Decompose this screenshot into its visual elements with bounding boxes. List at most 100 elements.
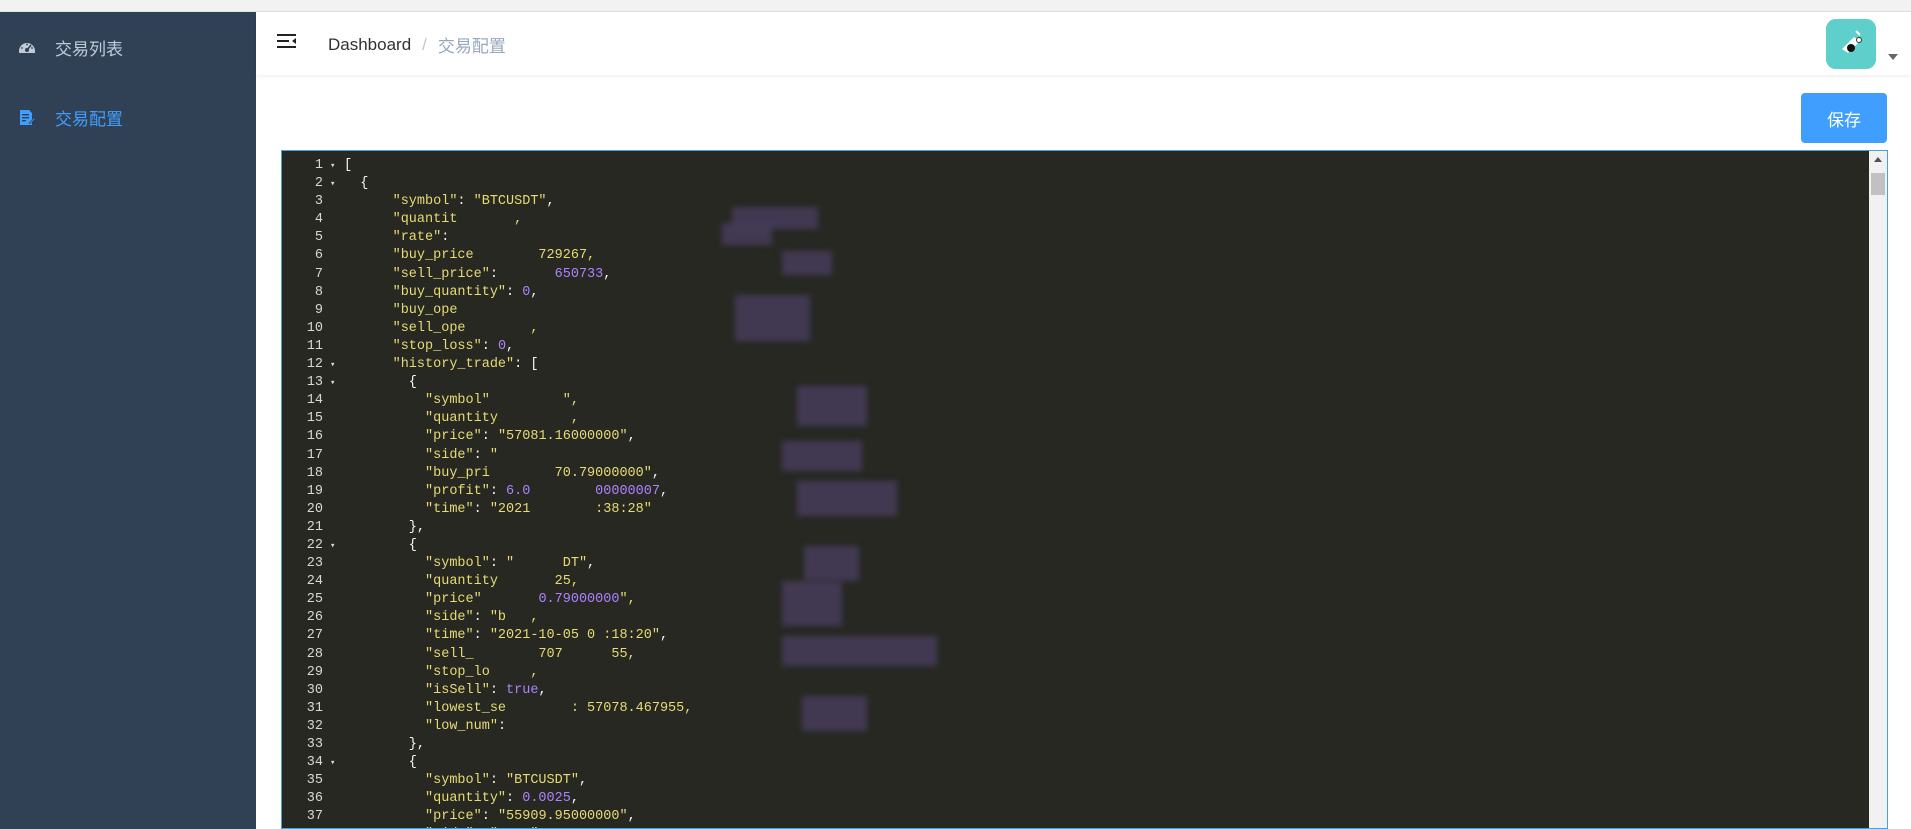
code-text: "quantity , xyxy=(425,411,579,427)
line-number: 12 xyxy=(306,357,323,373)
fold-toggle-icon[interactable]: ▾ xyxy=(330,175,338,193)
line-number: 8 xyxy=(314,284,323,300)
code-line: 17 "side": " xyxy=(282,447,1862,465)
editor-code-area[interactable]: 1 ▾[2 ▾ {3 "symbol": "BTCUSDT", 4 "quantit … xyxy=(282,157,1862,828)
navbar: Dashboard / 交易配置 xyxy=(256,12,1911,75)
user-avatar[interactable] xyxy=(1826,19,1876,69)
code-line: 31 "lowest_se : 57078.467955, xyxy=(282,700,1862,718)
code-text: "side": " xyxy=(425,447,498,463)
code-line: 26 "side": "b , xyxy=(282,609,1862,627)
code-text: }, xyxy=(344,519,426,535)
redaction-mask xyxy=(782,581,842,626)
vertical-scrollbar[interactable] xyxy=(1869,151,1887,828)
code-text: { xyxy=(344,375,417,391)
code-text: "stop_loss": 0, xyxy=(392,338,515,354)
code-text: { xyxy=(344,755,417,771)
code-text: "sell_ope , xyxy=(392,320,539,336)
line-number: 2 xyxy=(314,176,323,192)
breadcrumb-separator: / xyxy=(422,34,427,54)
code-text: { xyxy=(344,176,369,192)
code-line: 23 "symbol": " DT", xyxy=(282,555,1862,573)
save-button[interactable]: 保存 xyxy=(1801,93,1887,143)
line-number: 26 xyxy=(306,610,323,626)
code-line: 14 "symbol" ", xyxy=(282,392,1862,410)
line-number: 31 xyxy=(306,700,323,716)
sidebar-item-trade-list[interactable]: 交易列表 xyxy=(0,19,256,75)
line-number: 22 xyxy=(306,537,323,553)
line-number: 37 xyxy=(306,809,323,825)
code-text: "buy_quantity": 0, xyxy=(392,284,539,300)
code-line: 25 "price" 0.79000000", xyxy=(282,591,1862,609)
code-text: "symbol": " DT", xyxy=(425,556,596,572)
redaction-mask xyxy=(782,441,862,471)
code-text: [ xyxy=(344,158,353,173)
redaction-mask xyxy=(782,636,937,666)
fold-toggle-icon[interactable]: ▾ xyxy=(330,537,338,555)
code-text: "quantit , xyxy=(392,212,523,228)
line-number: 4 xyxy=(314,212,323,228)
sidebar-item-label: 交易配置 xyxy=(55,109,123,130)
line-number: 15 xyxy=(306,411,323,427)
code-text: { xyxy=(344,537,417,553)
code-line: 18 "buy_pri 70.79000000", xyxy=(282,465,1862,483)
fold-toggle-icon[interactable]: ▾ xyxy=(330,374,338,392)
code-line: 5 "rate": xyxy=(282,229,1862,247)
fold-toggle-icon[interactable]: ▾ xyxy=(330,754,338,772)
breadcrumb: Dashboard / 交易配置 xyxy=(328,32,506,58)
code-line: 24 "quantity 25, xyxy=(282,573,1862,591)
code-line: 4 "quantit , xyxy=(282,211,1862,229)
breadcrumb-home-link[interactable]: Dashboard xyxy=(328,35,411,55)
line-number: 28 xyxy=(306,646,323,662)
redaction-mask xyxy=(797,481,897,516)
code-text: "quantity 25, xyxy=(425,574,579,590)
code-text: "symbol" ", xyxy=(425,393,579,409)
code-line: 29 "stop_lo , xyxy=(282,664,1862,682)
line-number: 9 xyxy=(314,302,323,318)
code-line: 13 ▾ { xyxy=(282,374,1862,392)
code-line: 2 ▾ { xyxy=(282,175,1862,193)
code-text: "lowest_se : 57078.467955, xyxy=(425,700,693,716)
code-line: 37 "price": "55909.95000000", xyxy=(282,808,1862,826)
code-line: 9 "buy_ope xyxy=(282,302,1862,320)
code-line: 6 "buy_price 729267, xyxy=(282,247,1862,265)
line-number: 13 xyxy=(306,375,323,391)
code-text: "low_num": xyxy=(425,718,507,734)
code-text: "buy_ope xyxy=(392,302,458,318)
code-line: 20 "time": "2021 :38:28" xyxy=(282,501,1862,519)
sidebar-item-label: 交易列表 xyxy=(55,39,123,60)
code-line: 10 "sell_ope , xyxy=(282,320,1862,338)
fold-toggle-icon[interactable]: ▾ xyxy=(330,356,338,374)
code-text: "quantity": 0.0025, xyxy=(425,791,579,807)
line-number: 5 xyxy=(314,230,323,246)
line-number: 16 xyxy=(306,429,323,445)
scrollbar-thumb[interactable] xyxy=(1871,173,1885,195)
code-text: "stop_lo , xyxy=(425,664,539,680)
line-number: 34 xyxy=(306,755,323,771)
code-line: 32 "low_num": xyxy=(282,718,1862,736)
code-text: "symbol": "BTCUSDT", xyxy=(392,194,555,210)
code-line: 22 ▾ { xyxy=(282,537,1862,555)
code-text: "rate": xyxy=(392,230,450,246)
code-text: "buy_price 729267, xyxy=(392,248,596,264)
redaction-mask xyxy=(804,546,859,581)
line-number: 6 xyxy=(314,248,323,264)
line-number: 19 xyxy=(306,483,323,499)
line-number: 36 xyxy=(306,791,323,807)
fold-toggle-icon[interactable]: ▾ xyxy=(330,157,338,175)
browser-top-strip xyxy=(0,0,1911,12)
sidebar-item-trade-config[interactable]: 交易配置 xyxy=(0,89,256,145)
chevron-down-icon[interactable] xyxy=(1888,54,1898,60)
line-number: 10 xyxy=(306,320,323,336)
code-text: "sell_price": 650733, xyxy=(392,266,612,282)
hamburger-icon[interactable] xyxy=(276,30,298,52)
breadcrumb-current: 交易配置 xyxy=(437,37,506,57)
dashboard-gauge-icon xyxy=(18,38,36,56)
code-text: "side": "b , xyxy=(425,610,539,626)
code-text: "buy_pri 70.79000000", xyxy=(425,465,660,481)
line-number: 21 xyxy=(306,519,323,535)
line-number: 24 xyxy=(306,574,323,590)
code-text: "isSell": true, xyxy=(425,682,547,698)
scroll-up-arrow-icon[interactable] xyxy=(1874,157,1882,162)
code-line: 11 "stop_loss": 0, xyxy=(282,338,1862,356)
json-code-editor[interactable]: 1 ▾[2 ▾ {3 "symbol": "BTCUSDT", 4 "quantit … xyxy=(281,150,1888,829)
